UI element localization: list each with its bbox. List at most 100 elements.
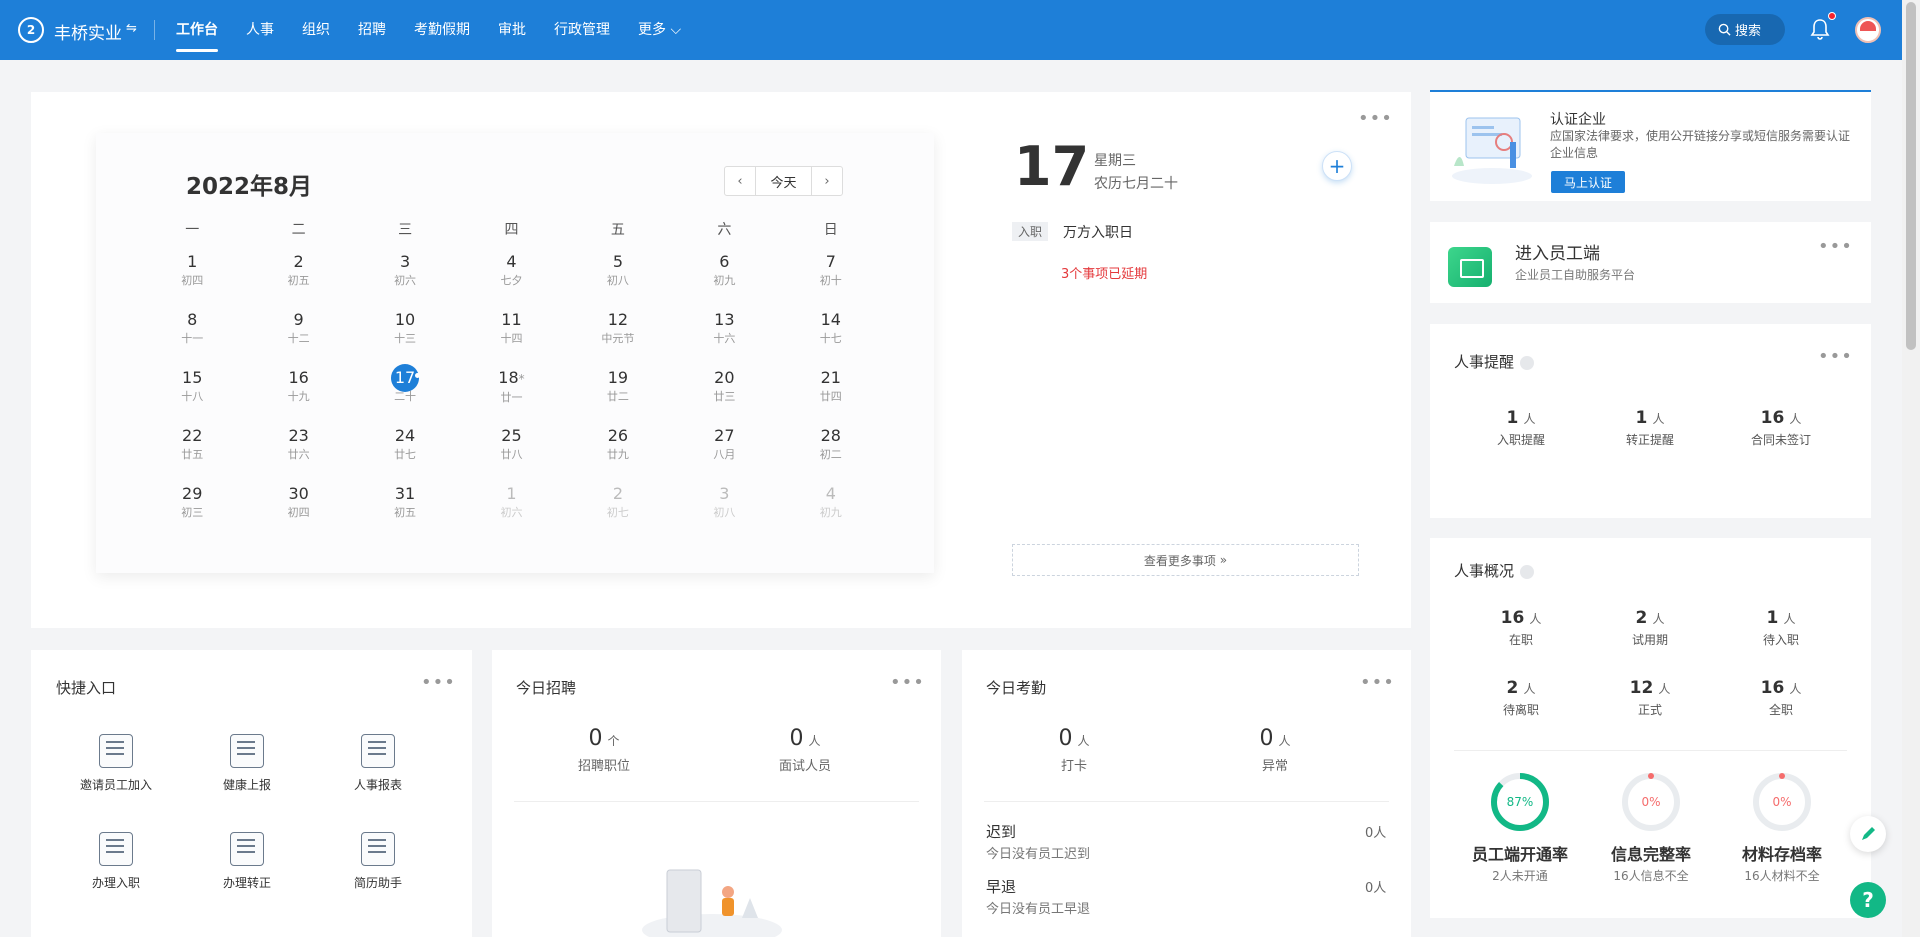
calendar-day[interactable]: 8 十一 <box>139 307 245 365</box>
stat-unit: 个 <box>607 734 620 748</box>
calendar-day-today[interactable]: 17 二十 <box>352 364 458 423</box>
view-more-events-button[interactable]: 查看更多事项 » <box>1012 544 1359 576</box>
next-month-button[interactable]: › <box>812 167 842 195</box>
hr-reminder-title: 人事提醒 <box>1454 351 1535 372</box>
calendar-day[interactable]: 28 初二 <box>778 423 884 481</box>
search-button[interactable]: 搜索 <box>1705 14 1785 45</box>
resume-assistant-button[interactable]: 简历助手 <box>333 832 423 891</box>
employee-card-icon <box>1448 247 1492 287</box>
regularization-button[interactable]: 办理转正 <box>202 832 292 891</box>
hr-report-button[interactable]: 人事报表 <box>333 734 423 793</box>
switch-company-icon[interactable]: ⇋ <box>126 21 137 36</box>
overdue-notice[interactable]: 3个事项已延期 <box>1061 263 1147 282</box>
interviewees-stat[interactable]: 0 人面试人员 <box>740 726 870 774</box>
calendar-day[interactable]: 12 中元节 <box>565 307 671 365</box>
add-event-button[interactable]: + <box>1322 151 1352 181</box>
calendar-day[interactable]: 25 廿八 <box>458 423 564 481</box>
pending-onboard-stat[interactable]: 1 人待入职 <box>1721 608 1841 648</box>
employee-portal-card[interactable]: 进入员工端 企业员工自助服务平台 ••• <box>1430 222 1871 303</box>
calendar-day[interactable]: 14 十七 <box>778 307 884 365</box>
calendar-day[interactable]: 3 初六 <box>352 249 458 307</box>
unsigned-contract-stat[interactable]: 16 人合同未签订 <box>1721 408 1841 448</box>
calendar-day[interactable]: 23 廿六 <box>245 423 351 481</box>
weekday-header: 四 <box>504 222 519 238</box>
calendar-day[interactable]: 7 初十 <box>778 249 884 307</box>
stat-unit: 人 <box>1523 412 1536 426</box>
probation-stat[interactable]: 2 人试用期 <box>1590 608 1710 648</box>
lunar-date: 初九 <box>713 274 736 287</box>
nav-attendance[interactable]: 考勤假期 <box>400 0 484 60</box>
calendar-day[interactable]: 13 十六 <box>671 307 777 365</box>
more-icon[interactable]: ••• <box>1818 238 1853 256</box>
calendar-day[interactable]: 27 八月 <box>671 423 777 481</box>
eye-icon[interactable] <box>1520 355 1535 370</box>
app-logo[interactable]: 2 <box>18 17 44 43</box>
nav-approval[interactable]: 审批 <box>484 0 540 60</box>
open-positions-stat[interactable]: 0 个招聘职位 <box>539 726 669 774</box>
nav-administration[interactable]: 行政管理 <box>540 0 624 60</box>
help-button[interactable]: ? <box>1850 882 1886 918</box>
lunar-date: 十八 <box>181 390 204 403</box>
calendar-day[interactable]: 9 十二 <box>245 307 351 365</box>
more-icon[interactable]: ••• <box>1818 348 1853 366</box>
calendar-day[interactable]: 18廿一 <box>458 365 564 423</box>
abnormal-stat[interactable]: 0 人异常 <box>1210 726 1340 774</box>
user-avatar[interactable] <box>1855 17 1881 43</box>
calendar-day[interactable]: 3 初八 <box>671 481 777 539</box>
prev-month-button[interactable]: ‹ <box>725 167 755 195</box>
employed-stat[interactable]: 16 人在职 <box>1461 608 1581 648</box>
calendar-day[interactable]: 31 初五 <box>352 481 458 539</box>
calendar-day[interactable]: 15 十八 <box>139 365 245 423</box>
calendar-day[interactable]: 22 廿五 <box>139 423 245 481</box>
calendar-day[interactable]: 11 十四 <box>458 307 564 365</box>
calendar-day[interactable]: 10 十三 <box>352 307 458 365</box>
calendar-day[interactable]: 5 初八 <box>565 249 671 307</box>
nav-organization[interactable]: 组织 <box>288 0 344 60</box>
calendar-day[interactable]: 20 廿三 <box>671 365 777 423</box>
clock-in-stat[interactable]: 0 人打卡 <box>1009 726 1139 774</box>
onboarding-button[interactable]: 办理入职 <box>71 832 161 891</box>
nav-personnel[interactable]: 人事 <box>232 0 288 60</box>
calendar-day[interactable]: 26 廿九 <box>565 423 671 481</box>
nav-more[interactable]: 更多 ⌵ <box>624 0 695 60</box>
day-number: 11 <box>501 310 522 329</box>
event-title[interactable]: 万方入职日 <box>1063 222 1133 242</box>
scrollbar-thumb[interactable] <box>1906 2 1916 350</box>
late-count: 0人 <box>1365 826 1387 841</box>
bell-icon[interactable] <box>1810 18 1830 40</box>
company-name[interactable]: 丰桥实业 <box>54 19 122 44</box>
pending-leave-stat[interactable]: 2 人待离职 <box>1461 678 1581 718</box>
calendar-day[interactable]: 1 初六 <box>458 481 564 539</box>
nav-workbench[interactable]: 工作台 <box>162 0 232 60</box>
lunar-date: 初七 <box>606 506 629 519</box>
certify-now-button[interactable]: 马上认证 <box>1551 171 1625 193</box>
health-report-button[interactable]: 健康上报 <box>202 734 292 793</box>
regularization-reminder-stat[interactable]: 1 人转正提醒 <box>1590 408 1710 448</box>
regular-stat[interactable]: 12 人正式 <box>1590 678 1710 718</box>
calendar-day[interactable]: 29 初三 <box>139 481 245 539</box>
more-icon[interactable]: ••• <box>890 674 925 692</box>
calendar-day[interactable]: 4 初九 <box>778 481 884 539</box>
calendar-day[interactable]: 16 十九 <box>245 365 351 423</box>
eye-icon[interactable] <box>1520 564 1535 579</box>
onboarding-reminder-stat[interactable]: 1 人入职提醒 <box>1461 408 1581 448</box>
day-number: 19 <box>607 368 629 387</box>
feedback-button[interactable] <box>1850 816 1886 852</box>
nav-recruitment[interactable]: 招聘 <box>344 0 400 60</box>
full-time-stat[interactable]: 16 人全职 <box>1721 678 1841 718</box>
calendar-day[interactable]: 2 初七 <box>565 481 671 539</box>
calendar-day[interactable]: 19 廿二 <box>565 365 671 423</box>
more-icon[interactable]: ••• <box>421 674 456 692</box>
calendar-day[interactable]: 21 廿四 <box>778 365 884 423</box>
more-icon[interactable]: ••• <box>1360 674 1395 692</box>
page-scrollbar[interactable] <box>1902 0 1920 937</box>
calendar-day[interactable]: 30 初四 <box>245 481 351 539</box>
calendar-day[interactable]: 4 七夕 <box>458 249 564 307</box>
calendar-day[interactable]: 2 初五 <box>245 249 351 307</box>
calendar-day[interactable]: 24 廿七 <box>352 423 458 481</box>
more-icon[interactable]: ••• <box>1358 110 1393 128</box>
today-button[interactable]: 今天 <box>755 167 812 195</box>
calendar-day[interactable]: 6 初九 <box>671 249 777 307</box>
calendar-day[interactable]: 1 初四 <box>139 249 245 307</box>
invite-employee-button[interactable]: 邀请员工加入 <box>71 734 161 793</box>
